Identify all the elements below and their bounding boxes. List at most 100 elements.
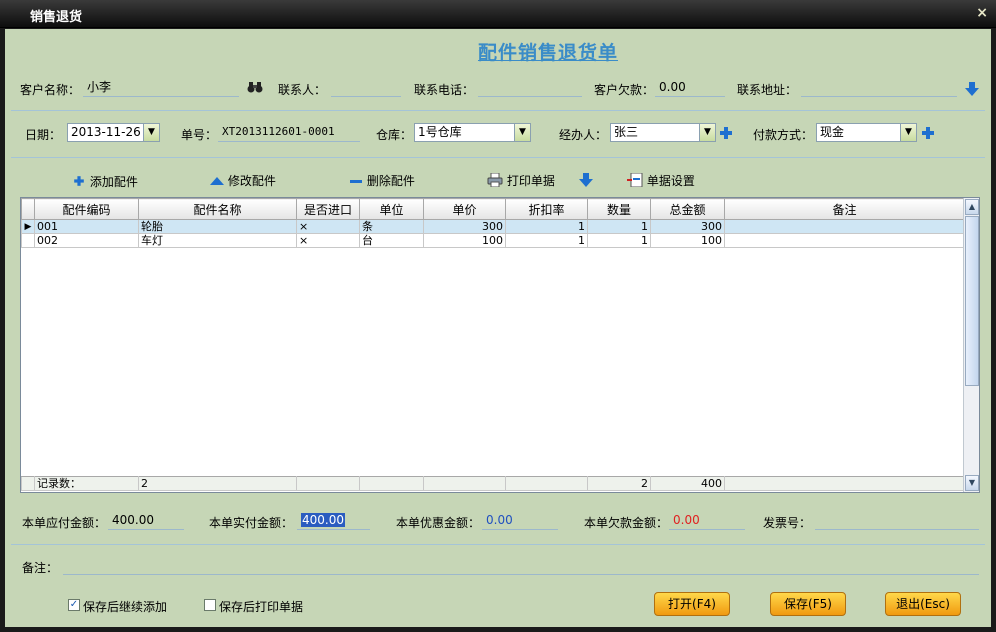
add-part-button[interactable]: 添加配件 — [72, 172, 138, 190]
cell-discount[interactable]: 1 — [505, 233, 588, 248]
window-title: 销售退货 — [30, 10, 83, 25]
address-field[interactable] — [801, 79, 957, 97]
print-after-label[interactable]: 保存后打印单据 — [219, 598, 303, 615]
cell-imported[interactable]: × — [296, 233, 360, 248]
cell-qty[interactable]: 1 — [587, 219, 651, 234]
chevron-down-icon[interactable]: ▼ — [699, 124, 715, 141]
table-row[interactable]: 002 车灯 × 台 100 1 1 100 — [21, 233, 965, 248]
column-header[interactable]: 是否进口 — [296, 198, 360, 220]
save-button[interactable]: 保存(F5) — [770, 592, 846, 616]
customer-field[interactable]: 小李 — [83, 79, 239, 97]
continue-add-label[interactable]: 保存后继续添加 — [83, 598, 167, 615]
parts-grid[interactable]: 配件编码 配件名称 是否进口 单位 单价 折扣率 数量 总金额 备注 ▶ 001 — [20, 197, 980, 493]
cell-price[interactable]: 300 — [423, 219, 506, 234]
edit-part-label: 修改配件 — [227, 174, 276, 188]
cell-name[interactable]: 轮胎 — [138, 219, 297, 234]
arrow-down-icon[interactable] — [579, 173, 593, 187]
parts-table: 配件编码 配件名称 是否进口 单位 单价 折扣率 数量 总金额 备注 ▶ 001 — [21, 198, 965, 248]
customer-label: 客户名称： — [20, 83, 81, 97]
print-label: 打印单据 — [506, 174, 555, 188]
cell-unit[interactable]: 台 — [359, 233, 424, 248]
warehouse-value: 1号仓库 — [418, 125, 462, 139]
footer-cell — [423, 476, 506, 491]
phone-label: 联系电话： — [414, 83, 475, 97]
chevron-down-icon[interactable]: ▼ — [514, 124, 530, 141]
column-header[interactable]: 备注 — [724, 198, 965, 220]
continue-add-checkbox[interactable]: ✓ — [68, 599, 80, 611]
scroll-up-icon[interactable]: ▲ — [965, 199, 979, 215]
plus-icon — [73, 175, 84, 186]
divider — [11, 157, 985, 158]
chevron-down-icon[interactable]: ▼ — [143, 124, 159, 141]
column-header[interactable]: 配件编码 — [34, 198, 139, 220]
exit-button[interactable]: 退出(Esc) — [885, 592, 961, 616]
payment-select[interactable]: 现金 ▼ — [816, 123, 917, 142]
cell-code[interactable]: 002 — [34, 233, 139, 248]
table-row[interactable]: ▶ 001 轮胎 × 条 300 1 1 300 — [21, 219, 965, 234]
delete-part-button[interactable]: 删除配件 — [349, 172, 415, 189]
record-count-value: 2 — [138, 476, 297, 491]
footer-cell — [296, 476, 360, 491]
edit-part-button[interactable]: 修改配件 — [210, 172, 276, 189]
row-indicator-icon: ▶ — [21, 219, 35, 234]
arrow-down-icon[interactable] — [965, 82, 979, 96]
column-header[interactable]: 配件名称 — [138, 198, 297, 220]
warehouse-select[interactable]: 1号仓库 ▼ — [414, 123, 531, 142]
divider — [11, 544, 985, 545]
print-button[interactable]: 打印单据 — [487, 172, 555, 189]
invoice-field[interactable] — [815, 512, 979, 530]
owed-field: 0.00 — [669, 512, 745, 530]
contact-field[interactable] — [331, 79, 401, 97]
scroll-thumb[interactable] — [965, 216, 979, 386]
cell-qty[interactable]: 1 — [587, 233, 651, 248]
title-bar[interactable]: 销售退货 × — [0, 0, 996, 28]
footer-cell — [505, 476, 588, 491]
cell-imported[interactable]: × — [296, 219, 360, 234]
paid-label: 本单实付金额： — [209, 516, 294, 530]
discount-field[interactable]: 0.00 — [482, 512, 558, 530]
cell-note[interactable] — [724, 233, 965, 248]
chevron-down-icon[interactable]: ▼ — [900, 124, 916, 141]
vertical-scrollbar[interactable]: ▲ ▼ — [963, 198, 979, 492]
remark-label: 备注： — [22, 561, 59, 575]
cell-code[interactable]: 001 — [34, 219, 139, 234]
add-part-label: 添加配件 — [89, 175, 138, 189]
date-picker[interactable]: 2013-11-26 ▼ — [67, 123, 160, 142]
cell-unit[interactable]: 条 — [359, 219, 424, 234]
add-payment-icon[interactable] — [921, 126, 935, 140]
print-after-checkbox[interactable] — [204, 599, 216, 611]
paid-field[interactable]: 400.00 — [297, 512, 370, 530]
scroll-down-icon[interactable]: ▼ — [965, 475, 979, 491]
column-header[interactable]: 总金额 — [650, 198, 725, 220]
payable-field: 400.00 — [108, 512, 184, 530]
column-header[interactable]: 单价 — [423, 198, 506, 220]
close-icon[interactable]: × — [976, 5, 988, 21]
footer-total: 400 — [650, 476, 725, 491]
window: 销售退货 × 配件销售退货单 客户名称： 小李 联系人： 联系电话： 客户欠款：… — [0, 0, 996, 632]
form-settings-label: 单据设置 — [646, 174, 695, 188]
column-header[interactable]: 数量 — [587, 198, 651, 220]
cell-note[interactable] — [724, 219, 965, 234]
paid-value: 400.00 — [301, 513, 345, 527]
column-header[interactable]: 单位 — [359, 198, 424, 220]
footer-cell — [724, 476, 965, 491]
open-button[interactable]: 打开(F4) — [654, 592, 730, 616]
add-handler-icon[interactable] — [719, 126, 733, 140]
cell-total[interactable]: 300 — [650, 219, 725, 234]
cell-total[interactable]: 100 — [650, 233, 725, 248]
cell-discount[interactable]: 1 — [505, 219, 588, 234]
handler-select[interactable]: 张三 ▼ — [610, 123, 716, 142]
delete-part-label: 删除配件 — [366, 174, 415, 188]
cell-name[interactable]: 车灯 — [138, 233, 297, 248]
binoculars-icon[interactable] — [247, 80, 263, 94]
column-header[interactable]: 折扣率 — [505, 198, 588, 220]
payment-label: 付款方式： — [753, 128, 814, 142]
minus-icon — [350, 180, 362, 183]
remark-field[interactable] — [63, 557, 979, 575]
record-count-label: 记录数： — [34, 476, 139, 491]
header-indicator — [21, 198, 35, 220]
cell-price[interactable]: 100 — [423, 233, 506, 248]
date-value: 2013-11-26 — [71, 125, 141, 139]
phone-field[interactable] — [478, 79, 582, 97]
form-settings-button[interactable]: 单据设置 — [627, 172, 695, 189]
